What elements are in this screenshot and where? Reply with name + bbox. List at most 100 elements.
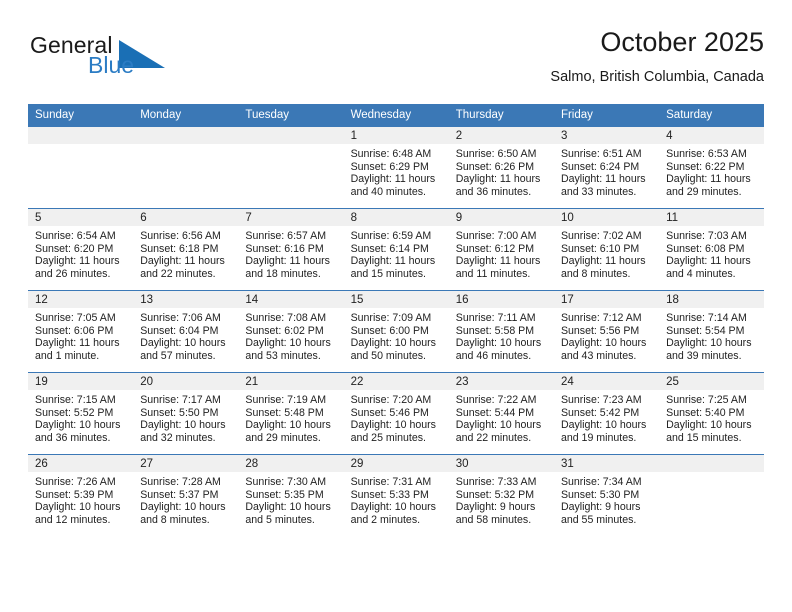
daylight-text-line1: Daylight: 11 hours — [350, 173, 436, 186]
day-cell[interactable]: 24 Sunrise: 7:23 AM Sunset: 5:42 PM Dayl… — [553, 372, 660, 455]
day-cell[interactable]: 22 Sunrise: 7:20 AM Sunset: 5:46 PM Dayl… — [343, 372, 449, 455]
sunset-text: Sunset: 5:32 PM — [455, 488, 535, 501]
page-title: October 2025 — [600, 27, 764, 57]
sunrise-text: Sunrise: 7:20 AM — [350, 394, 432, 406]
day-cell[interactable]: 2 Sunrise: 6:50 AM Sunset: 6:26 PM Dayli… — [448, 126, 554, 209]
daylight-text-line1: Daylight: 9 hours — [560, 501, 641, 514]
day-cell[interactable]: 27 Sunrise: 7:28 AM Sunset: 5:37 PM Dayl… — [133, 454, 239, 536]
day-number — [659, 455, 765, 472]
day-cell[interactable]: 3 Sunrise: 6:51 AM Sunset: 6:24 PM Dayli… — [553, 126, 660, 209]
sunset-text: Sunset: 6:18 PM — [140, 242, 219, 255]
sunrise-text: Sunrise: 7:00 AM — [455, 230, 537, 242]
day-cell[interactable]: 10 Sunrise: 7:02 AM Sunset: 6:10 PM Dayl… — [553, 208, 660, 291]
day-cell[interactable]: 15 Sunrise: 7:09 AM Sunset: 6:00 PM Dayl… — [343, 290, 449, 373]
sunrise-text: Sunrise: 7:05 AM — [35, 312, 116, 324]
day-details: Sunrise: 7:34 AM Sunset: 5:30 PM Dayligh… — [554, 472, 659, 526]
daylight-text-line2: and 8 minutes. — [560, 267, 631, 280]
sunset-text: Sunset: 5:42 PM — [560, 406, 640, 419]
day-number: 16 — [448, 291, 554, 308]
day-cell[interactable]: 4 Sunrise: 6:53 AM Sunset: 6:22 PM Dayli… — [659, 126, 765, 209]
sunrise-text: Sunrise: 7:06 AM — [140, 312, 221, 324]
daylight-text-line1: Daylight: 10 hours — [666, 337, 752, 350]
day-cell[interactable]: 11 Sunrise: 7:03 AM Sunset: 6:08 PM Dayl… — [659, 208, 765, 291]
day-number: 19 — [28, 373, 134, 390]
sunrise-text: Sunrise: 7:22 AM — [455, 394, 537, 406]
day-number: 14 — [238, 291, 344, 308]
sunset-text: Sunset: 6:02 PM — [245, 324, 324, 337]
day-cell[interactable]: 6 Sunrise: 6:56 AM Sunset: 6:18 PM Dayli… — [133, 208, 239, 291]
sunrise-text: Sunrise: 7:15 AM — [35, 394, 116, 406]
daylight-text-line2: and 2 minutes. — [350, 513, 421, 526]
sunrise-text: Sunrise: 6:54 AM — [35, 230, 116, 242]
sunrise-text: Sunrise: 6:59 AM — [350, 230, 432, 242]
day-cell[interactable]: 30 Sunrise: 7:33 AM Sunset: 5:32 PM Dayl… — [448, 454, 554, 536]
day-cell[interactable]: 8 Sunrise: 6:59 AM Sunset: 6:14 PM Dayli… — [343, 208, 449, 291]
day-cell[interactable]: 29 Sunrise: 7:31 AM Sunset: 5:33 PM Dayl… — [343, 454, 449, 536]
day-cell[interactable]: 7 Sunrise: 6:57 AM Sunset: 6:16 PM Dayli… — [238, 208, 344, 291]
daylight-text-line1: Daylight: 11 hours — [560, 173, 646, 186]
sunrise-text: Sunrise: 7:33 AM — [455, 476, 537, 488]
daylight-text-line1: Daylight: 10 hours — [455, 337, 542, 350]
day-cell[interactable]: 5 Sunrise: 6:54 AM Sunset: 6:20 PM Dayli… — [28, 208, 134, 291]
daylight-text-line1: Daylight: 10 hours — [350, 419, 436, 432]
day-number — [28, 127, 134, 144]
day-cell[interactable]: 12 Sunrise: 7:05 AM Sunset: 6:06 PM Dayl… — [28, 290, 134, 373]
day-cell[interactable]: 17 Sunrise: 7:12 AM Sunset: 5:56 PM Dayl… — [553, 290, 660, 373]
day-number: 27 — [133, 455, 239, 472]
page-header: General Blue October 2025 Salmo, British… — [28, 26, 764, 96]
sunrise-text: Sunrise: 7:23 AM — [560, 394, 642, 406]
day-cell[interactable]: 31 Sunrise: 7:34 AM Sunset: 5:30 PM Dayl… — [553, 454, 660, 536]
daylight-text-line2: and 29 minutes. — [245, 431, 321, 444]
sunset-text: Sunset: 5:37 PM — [140, 488, 219, 501]
day-number: 18 — [659, 291, 765, 308]
day-number: 2 — [448, 127, 554, 144]
sunset-text: Sunset: 5:30 PM — [560, 488, 640, 501]
weekday-header-row: Sunday Monday Tuesday Wednesday Thursday… — [28, 104, 765, 127]
day-number: 29 — [343, 455, 449, 472]
day-cell[interactable]: 19 Sunrise: 7:15 AM Sunset: 5:52 PM Dayl… — [28, 372, 134, 455]
day-cell[interactable]: 14 Sunrise: 7:08 AM Sunset: 6:02 PM Dayl… — [238, 290, 344, 373]
daylight-text-line1: Daylight: 11 hours — [455, 255, 541, 268]
day-details: Sunrise: 7:06 AM Sunset: 6:04 PM Dayligh… — [133, 308, 238, 362]
day-cell[interactable]: 9 Sunrise: 7:00 AM Sunset: 6:12 PM Dayli… — [448, 208, 554, 291]
day-cell[interactable]: 21 Sunrise: 7:19 AM Sunset: 5:48 PM Dayl… — [238, 372, 344, 455]
daylight-text-line2: and 36 minutes. — [35, 431, 111, 444]
day-details: Sunrise: 7:05 AM Sunset: 6:06 PM Dayligh… — [28, 308, 133, 362]
weekday-header-sunday: Sunday — [28, 104, 134, 127]
daylight-text-line1: Daylight: 10 hours — [560, 419, 647, 432]
day-details: Sunrise: 6:50 AM Sunset: 6:26 PM Dayligh… — [449, 144, 554, 198]
sunrise-text: Sunrise: 6:48 AM — [350, 148, 432, 160]
daylight-text-line2: and 53 minutes. — [245, 349, 321, 362]
day-details: Sunrise: 6:53 AM Sunset: 6:22 PM Dayligh… — [659, 144, 764, 198]
day-details: Sunrise: 7:20 AM Sunset: 5:46 PM Dayligh… — [344, 390, 449, 444]
day-cell[interactable]: 26 Sunrise: 7:26 AM Sunset: 5:39 PM Dayl… — [28, 454, 134, 536]
sunset-text: Sunset: 5:40 PM — [666, 406, 745, 419]
day-details: Sunrise: 6:57 AM Sunset: 6:16 PM Dayligh… — [238, 226, 343, 280]
day-cell[interactable]: 28 Sunrise: 7:30 AM Sunset: 5:35 PM Dayl… — [238, 454, 344, 536]
day-number: 9 — [448, 209, 554, 226]
weekday-header-tuesday: Tuesday — [238, 104, 344, 127]
logo-text-blue: Blue — [88, 52, 135, 78]
day-details: Sunrise: 7:09 AM Sunset: 6:00 PM Dayligh… — [344, 308, 449, 362]
sunrise-text: Sunrise: 7:34 AM — [560, 476, 642, 488]
sunrise-text: Sunrise: 7:17 AM — [140, 394, 221, 406]
sunset-text: Sunset: 6:20 PM — [35, 242, 114, 255]
day-cell[interactable]: 13 Sunrise: 7:06 AM Sunset: 6:04 PM Dayl… — [133, 290, 239, 373]
day-cell[interactable]: 25 Sunrise: 7:25 AM Sunset: 5:40 PM Dayl… — [659, 372, 765, 455]
daylight-text-line2: and 8 minutes. — [140, 513, 210, 526]
daylight-text-line2: and 22 minutes. — [455, 431, 532, 444]
day-cell[interactable]: 16 Sunrise: 7:11 AM Sunset: 5:58 PM Dayl… — [448, 290, 554, 373]
sunrise-text: Sunrise: 7:14 AM — [666, 312, 747, 324]
sunrise-text: Sunrise: 7:26 AM — [35, 476, 116, 488]
day-cell[interactable]: 1 Sunrise: 6:48 AM Sunset: 6:29 PM Dayli… — [343, 126, 449, 209]
week-row: 5 Sunrise: 6:54 AM Sunset: 6:20 PM Dayli… — [28, 208, 765, 291]
weekday-header-thursday: Thursday — [448, 104, 554, 127]
day-number — [238, 127, 344, 144]
day-cell[interactable]: 23 Sunrise: 7:22 AM Sunset: 5:44 PM Dayl… — [448, 372, 554, 455]
general-blue-logo[interactable]: General Blue — [28, 32, 268, 88]
sunrise-text: Sunrise: 6:50 AM — [455, 148, 537, 160]
day-cell[interactable]: 20 Sunrise: 7:17 AM Sunset: 5:50 PM Dayl… — [133, 372, 239, 455]
day-cell[interactable]: 18 Sunrise: 7:14 AM Sunset: 5:54 PM Dayl… — [659, 290, 765, 373]
day-number: 23 — [448, 373, 554, 390]
day-number: 28 — [238, 455, 344, 472]
